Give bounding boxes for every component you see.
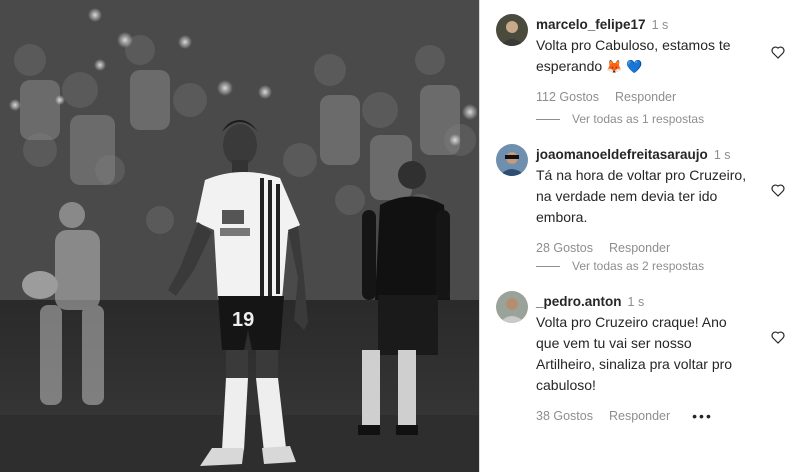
photo-illustration: 19 — [0, 0, 479, 472]
reply-button[interactable]: Responder — [609, 406, 670, 426]
view-replies-button[interactable]: Ver todas as 2 respostas — [536, 259, 704, 273]
comment-username[interactable]: joaomanoeldefreitasaraujo — [536, 147, 708, 162]
jersey-number: 19 — [232, 309, 254, 331]
comments-panel[interactable]: marcelo_felipe17 1 s Volta pro Cabuloso, … — [480, 0, 795, 472]
comment-time[interactable]: 1 s — [628, 295, 645, 309]
comment-time[interactable]: 1 s — [652, 18, 669, 32]
comment-item: marcelo_felipe17 1 s Volta pro Cabuloso, … — [496, 14, 786, 104]
replies-line — [536, 118, 560, 120]
post-photo[interactable]: 19 — [0, 0, 479, 472]
reply-button[interactable]: Responder — [609, 238, 670, 258]
more-options-icon[interactable]: ••• — [692, 406, 713, 426]
fox-emoji-icon: 🦊 — [606, 59, 623, 74]
user-avatar-icon[interactable] — [496, 291, 528, 323]
comment-time[interactable]: 1 s — [714, 148, 731, 162]
comment-username[interactable]: _pedro.anton — [536, 294, 622, 309]
blue-heart-emoji-icon: 💙 — [626, 59, 643, 74]
user-avatar-icon[interactable] — [496, 14, 528, 46]
comment-text: Tá na hora de voltar pro Cruzeiro, na ve… — [536, 167, 747, 225]
like-count[interactable]: 112 Gostos — [536, 87, 599, 107]
comment-username[interactable]: marcelo_felipe17 — [536, 17, 646, 32]
comment-item: joaomanoeldefreitasaraujo 1 s Tá na hora … — [496, 144, 786, 255]
user-avatar-icon[interactable] — [496, 144, 528, 176]
view-replies-label: Ver todas as 1 respostas — [572, 112, 705, 126]
comment-text: Volta pro Cruzeiro craque! Ano que vem t… — [536, 314, 733, 393]
like-heart-icon[interactable] — [770, 182, 786, 198]
comment-item: _pedro.anton 1 s Volta pro Cruzeiro craqu… — [496, 291, 786, 424]
comment-text: Volta pro Cabuloso, estamos te esperando… — [536, 37, 731, 74]
replies-line — [536, 265, 560, 267]
like-heart-icon[interactable] — [770, 44, 786, 60]
view-replies-label: Ver todas as 2 respostas — [572, 259, 705, 273]
reply-button[interactable]: Responder — [615, 87, 676, 107]
like-count[interactable]: 38 Gostos — [536, 406, 593, 426]
view-replies-button[interactable]: Ver todas as 1 respostas — [536, 112, 704, 126]
like-heart-icon[interactable] — [770, 329, 786, 345]
like-count[interactable]: 28 Gostos — [536, 238, 593, 258]
